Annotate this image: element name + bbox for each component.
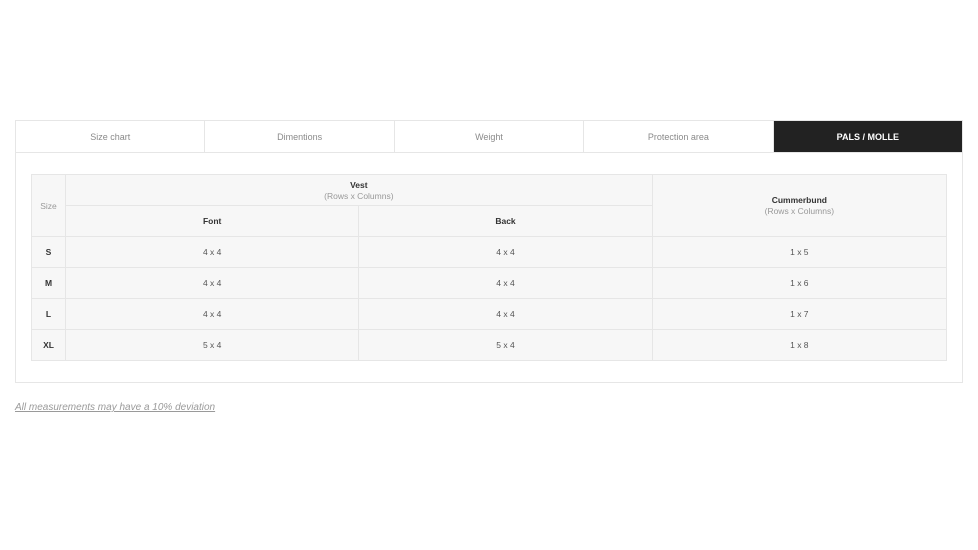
back-header: Back [358, 205, 653, 237]
pals-molle-table: Size Vest (Rows x Columns) Cummerbund (R… [30, 174, 948, 361]
vest-header: Vest (Rows x Columns) [65, 174, 653, 206]
tab-pals-molle[interactable]: PALS / MOLLE [773, 121, 963, 152]
size-cell: S [30, 236, 67, 268]
cummerbund-title: Cummerbund [771, 195, 827, 205]
back-cell: 5 x 4 [358, 329, 653, 361]
table-row: L 4 x 4 4 x 4 1 x 7 [30, 298, 948, 330]
cummerbund-subtitle: (Rows x Columns) [764, 206, 835, 216]
vest-title: Vest [350, 179, 368, 190]
size-header: Size [30, 174, 67, 237]
tab-weight[interactable]: Weight [395, 121, 585, 152]
size-cell: M [30, 267, 67, 299]
size-cell: XL [30, 329, 67, 361]
tab-dimentions[interactable]: Dimentions [205, 121, 395, 152]
cummerbund-header: Cummerbund (Rows x Columns) [651, 174, 948, 237]
cummerbund-cell: 1 x 7 [651, 298, 948, 330]
front-cell: 4 x 4 [65, 267, 360, 299]
tab-size-chart[interactable]: Size chart [16, 121, 206, 152]
vest-subtitle: (Rows x Columns) [324, 190, 394, 201]
cummerbund-cell: 1 x 5 [651, 236, 948, 268]
measurement-deviation-note[interactable]: All measurements may have a 10% deviatio… [15, 402, 215, 413]
table-row: M 4 x 4 4 x 4 1 x 6 [30, 267, 948, 299]
tab-bar: Size chart Dimentions Weight Protection … [15, 120, 963, 153]
back-cell: 4 x 4 [358, 236, 653, 268]
back-cell: 4 x 4 [358, 298, 653, 330]
front-cell: 4 x 4 [65, 236, 360, 268]
back-cell: 4 x 4 [358, 267, 653, 299]
size-guide: Size chart Dimentions Weight Protection … [15, 120, 963, 383]
size-cell: L [30, 298, 67, 330]
tab-panel-pals-molle: Size Vest (Rows x Columns) Cummerbund (R… [15, 153, 963, 383]
front-cell: 4 x 4 [65, 298, 360, 330]
table-row: S 4 x 4 4 x 4 1 x 5 [30, 236, 948, 268]
cummerbund-cell: 1 x 6 [651, 267, 948, 299]
front-header: Font [65, 205, 360, 237]
tab-protection-area[interactable]: Protection area [584, 121, 774, 152]
front-cell: 5 x 4 [65, 329, 360, 361]
table-row: XL 5 x 4 5 x 4 1 x 8 [30, 329, 948, 361]
cummerbund-cell: 1 x 8 [651, 329, 948, 361]
